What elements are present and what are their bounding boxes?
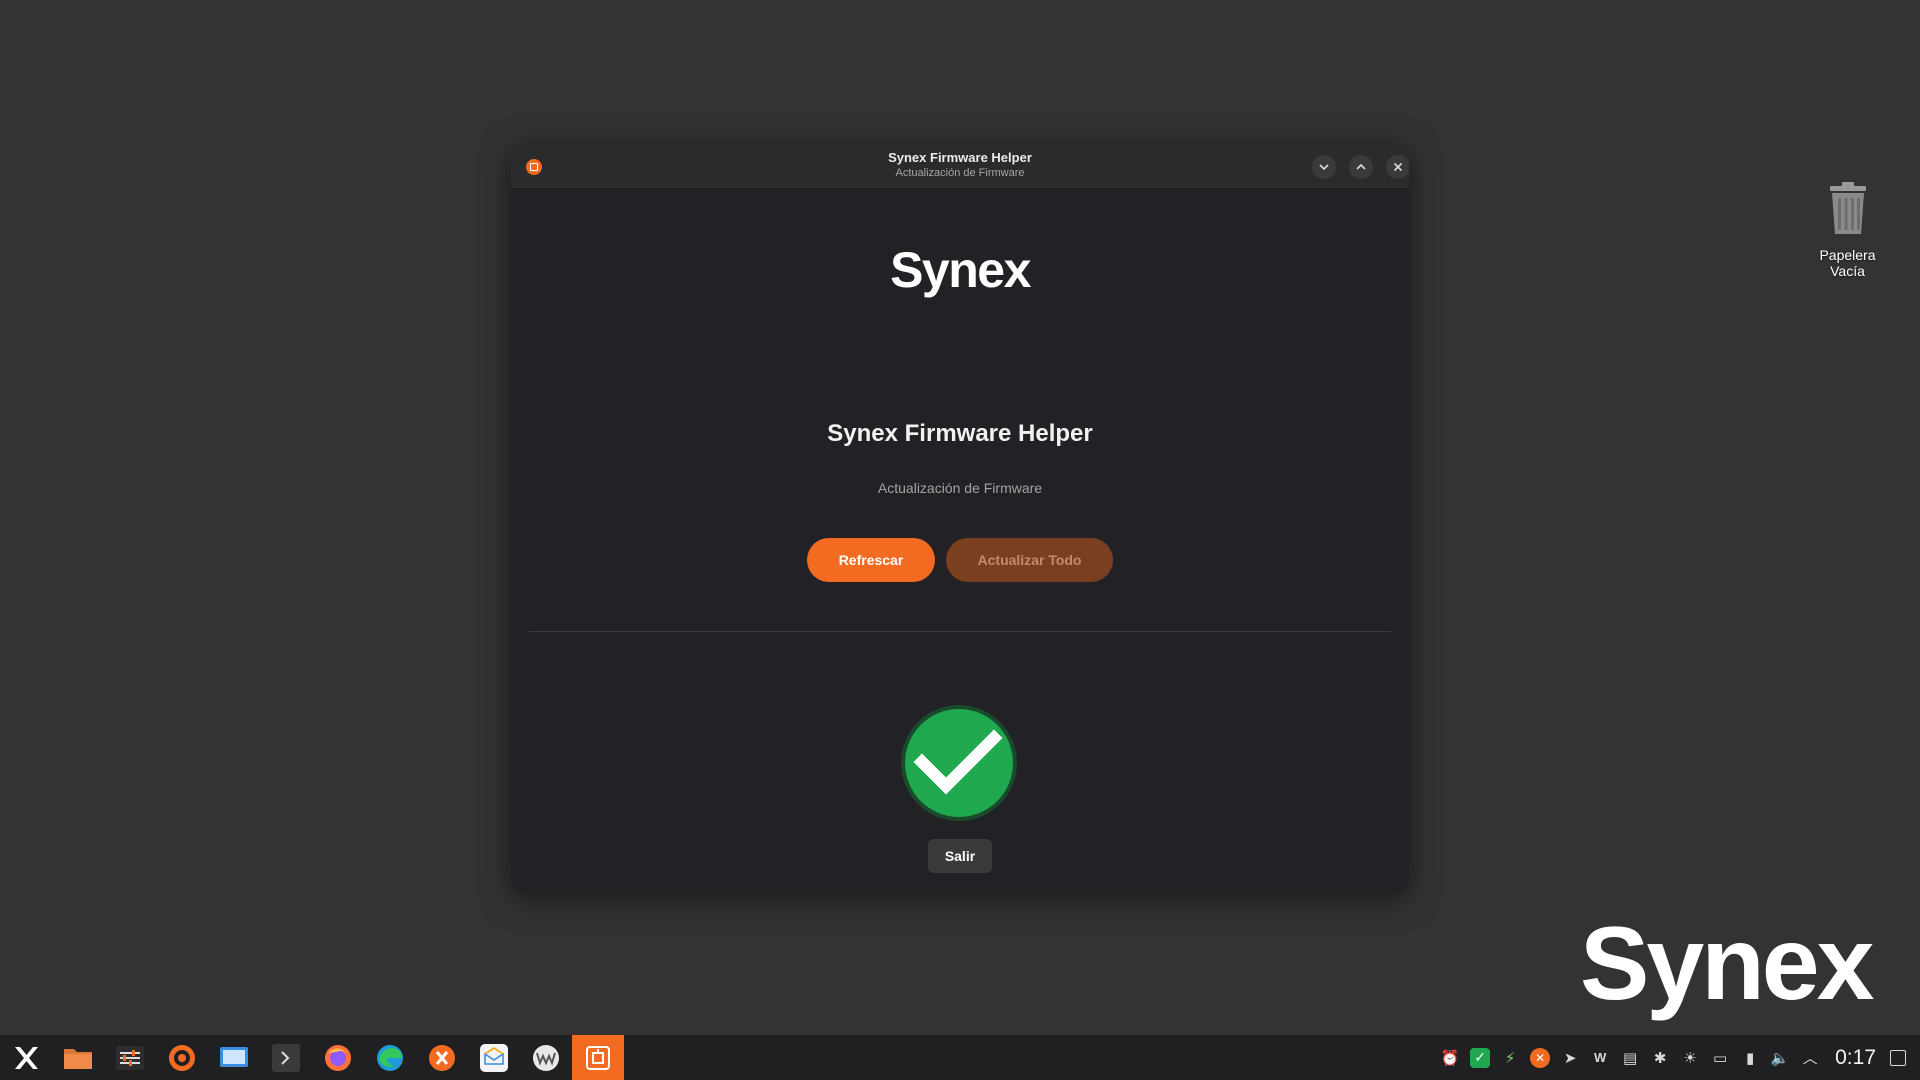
check-circle-icon: [901, 705, 1017, 821]
mail-icon: [480, 1043, 508, 1072]
taskbar-files[interactable]: [52, 1035, 104, 1080]
close-icon: [1393, 162, 1403, 172]
clipboard-icon[interactable]: ▤: [1615, 1035, 1645, 1080]
taskbar-firefox[interactable]: [312, 1035, 364, 1080]
firmware-helper-icon: [586, 1045, 610, 1070]
monitor-icon: [220, 1046, 248, 1067]
page-subtitle: Actualización de Firmware: [877, 480, 1043, 496]
taskbar: ⏰ ✓ ⚡ ✕ ➤ W ▤ ✱ ☀ ▭ ▮ 🔈 ︿ 0:17: [0, 1035, 1920, 1080]
terminal-icon: [272, 1043, 300, 1072]
exit-button[interactable]: Salir: [928, 839, 992, 873]
refresh-button[interactable]: Refrescar: [807, 538, 935, 582]
check-icon[interactable]: ✓: [1465, 1035, 1495, 1080]
window-title: Synex Firmware Helper: [888, 150, 1032, 165]
maximize-button[interactable]: [1349, 155, 1373, 179]
taskbar-settings[interactable]: [104, 1035, 156, 1080]
show-desktop-button[interactable]: [1890, 1049, 1906, 1066]
titlebar-titles: Synex Firmware Helper Actualización de F…: [511, 150, 1409, 180]
trash-label: Papelera Vacía: [1819, 247, 1876, 279]
wm-icon: [533, 1044, 559, 1071]
update-all-button[interactable]: Actualizar Todo: [946, 538, 1113, 582]
taskbar-mail[interactable]: [468, 1035, 520, 1080]
taskbar-firmware-helper[interactable]: [572, 1035, 624, 1080]
wallpaper-logo: Synex: [1580, 906, 1874, 1022]
sliders-icon: [116, 1045, 144, 1070]
network-activity-icon[interactable]: ⚡: [1495, 1035, 1525, 1080]
synex-logo: Synex: [890, 242, 1031, 298]
chevron-down-icon: [1319, 164, 1329, 171]
send-icon[interactable]: ➤: [1555, 1035, 1585, 1080]
clock[interactable]: 0:17: [1825, 1046, 1890, 1070]
trash-icon: [1829, 182, 1866, 234]
brightness-icon[interactable]: ☀: [1675, 1035, 1705, 1080]
page-title: Synex Firmware Helper: [827, 420, 1093, 447]
folder-icon: [64, 1048, 92, 1069]
chevron-up-icon[interactable]: ︿: [1795, 1035, 1825, 1080]
display-icon[interactable]: ▭: [1705, 1035, 1735, 1080]
synex-update-icon[interactable]: ✕: [1525, 1035, 1555, 1080]
taskbar-software[interactable]: [156, 1035, 208, 1080]
taskbar-edge[interactable]: [364, 1035, 416, 1080]
window-subtitle: Actualización de Firmware: [895, 167, 1025, 179]
taskbar-wm[interactable]: [520, 1035, 572, 1080]
synex-chat-icon: [429, 1044, 455, 1071]
firmware-helper-window: Synex Firmware Helper Actualización de F…: [511, 144, 1409, 892]
divider: [529, 631, 1391, 632]
action-buttons: Refrescar Actualizar Todo: [511, 538, 1409, 582]
bluetooth-icon[interactable]: ✱: [1645, 1035, 1675, 1080]
close-button[interactable]: [1386, 155, 1409, 179]
chevron-up-icon: [1356, 163, 1366, 170]
desktop-trash[interactable]: Papelera Vacía: [1800, 180, 1895, 279]
synex-logo-icon: [15, 1046, 38, 1069]
window-content: Synex Synex Firmware Helper Actualizació…: [511, 189, 1409, 891]
wm-tray-icon[interactable]: W: [1585, 1035, 1615, 1080]
taskbar-remote-desktop[interactable]: [208, 1035, 260, 1080]
titlebar[interactable]: Synex Firmware Helper Actualización de F…: [511, 144, 1409, 189]
alarm-icon[interactable]: ⏰: [1435, 1035, 1465, 1080]
start-button[interactable]: [0, 1035, 52, 1080]
system-tray: ⏰ ✓ ⚡ ✕ ➤ W ▤ ✱ ☀ ▭ ▮ 🔈 ︿ 0:17: [1435, 1035, 1920, 1080]
software-center-icon: [169, 1044, 195, 1071]
battery-icon[interactable]: ▮: [1735, 1035, 1765, 1080]
taskbar-terminal[interactable]: [260, 1035, 312, 1080]
minimize-button[interactable]: [1312, 155, 1336, 179]
volume-icon[interactable]: 🔈: [1765, 1035, 1795, 1080]
taskbar-synex-chat[interactable]: [416, 1035, 468, 1080]
edge-icon: [377, 1044, 403, 1071]
firefox-icon: [325, 1044, 351, 1071]
